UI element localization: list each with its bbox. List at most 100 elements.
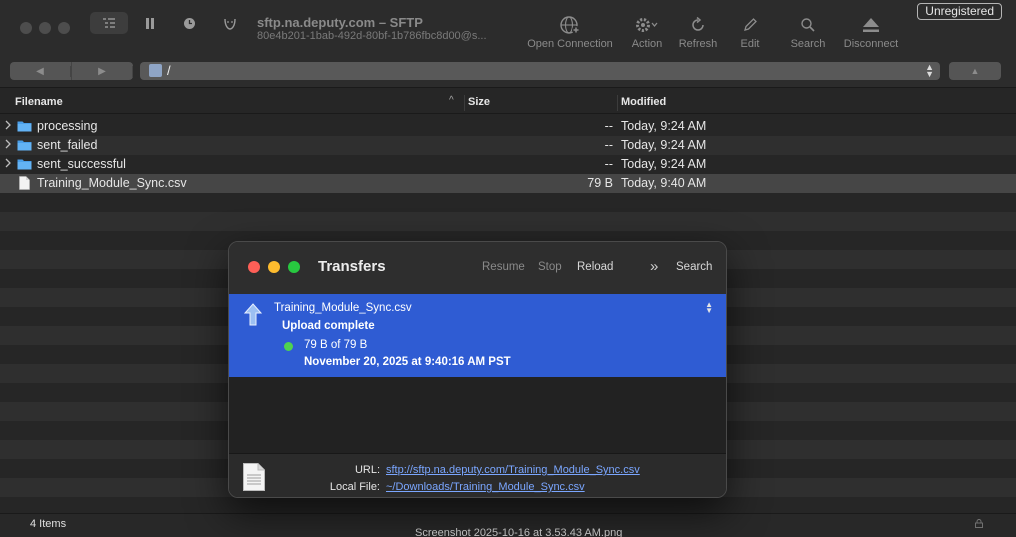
empty-row <box>0 212 1016 231</box>
file-size: 79 B <box>587 176 613 190</box>
gear-icon <box>636 18 658 32</box>
bookmark-icon <box>146 17 154 29</box>
edit-button[interactable]: Edit <box>732 14 768 50</box>
disclosure-triangle-icon[interactable] <box>5 158 11 168</box>
back-button[interactable]: ◀ <box>10 62 72 80</box>
file-name: sent_successful <box>37 157 126 171</box>
local-file-link[interactable]: ~/Downloads/Training_Module_Sync.csv <box>386 481 585 493</box>
parent-directory-button[interactable]: ▲ <box>949 62 1001 80</box>
transfer-filename: Training_Module_Sync.csv <box>274 302 412 314</box>
document-icon <box>19 176 30 190</box>
forward-button[interactable]: ▶ <box>72 62 133 80</box>
lock-icon <box>975 519 983 528</box>
transfers-list: Training_Module_Sync.csv Upload complete… <box>229 294 726 453</box>
disconnect-label: Disconnect <box>843 38 899 50</box>
url-label: URL: <box>354 464 380 476</box>
eject-icon <box>863 18 879 32</box>
open-connection-button[interactable]: Open Connection <box>524 14 616 50</box>
modified-column-header[interactable]: Modified <box>621 96 666 108</box>
chevron-updown-icon: ▲ ▼ <box>925 62 934 79</box>
close-window-button[interactable] <box>248 261 260 273</box>
background-filename: Screenshot 2025-10-16 at 3.53.43 AM.png <box>415 527 623 537</box>
reload-button[interactable]: Reload <box>577 261 613 273</box>
navigation-bar: ◀ ▶ / ▲ ▼ ▲ <box>0 56 1016 88</box>
file-size: -- <box>604 157 613 171</box>
bonjour-icon <box>224 18 236 30</box>
transfer-progress: 79 B of 79 B <box>304 339 368 351</box>
transfers-title: Transfers <box>318 258 386 275</box>
globe-plus-icon <box>560 16 580 34</box>
file-modified: Today, 9:24 AM <box>621 138 707 152</box>
clock-icon <box>183 17 195 29</box>
disclosure-triangle-icon[interactable] <box>5 120 11 130</box>
disclosure-triangle-icon[interactable] <box>5 139 11 149</box>
refresh-label: Refresh <box>678 38 718 50</box>
status-indicator-dot <box>284 342 293 351</box>
history-button[interactable] <box>178 12 200 34</box>
stop-button[interactable]: Stop <box>538 261 562 273</box>
file-modified: Today, 9:24 AM <box>621 119 707 133</box>
bonjour-button[interactable] <box>219 12 241 34</box>
file-name: sent_failed <box>37 138 98 152</box>
file-modified: Today, 9:40 AM <box>621 176 707 190</box>
open-connection-label: Open Connection <box>527 38 613 50</box>
transfer-date: November 20, 2025 at 9:40:16 AM PST <box>304 356 511 368</box>
pencil-icon <box>744 18 757 31</box>
transfer-details: URL: sftp://sftp.na.deputy.com/Training_… <box>229 453 726 497</box>
outline-list-icon <box>103 18 115 28</box>
resume-button[interactable]: Resume <box>482 261 525 273</box>
action-button[interactable]: Action <box>626 14 668 50</box>
chevron-updown-icon[interactable]: ▲ ▼ <box>705 301 713 315</box>
transfers-search-button[interactable]: Search <box>676 261 712 273</box>
unregistered-badge[interactable]: Unregistered <box>917 3 1002 20</box>
close-window-button[interactable] <box>20 22 32 34</box>
sort-ascending-icon: ^ <box>449 95 454 106</box>
upload-arrow-icon <box>243 303 263 326</box>
file-row[interactable]: sent_successful -- Today, 9:24 AM <box>0 155 1016 174</box>
transfer-item[interactable]: Training_Module_Sync.csv Upload complete… <box>229 294 726 377</box>
minimize-window-button[interactable] <box>39 22 51 34</box>
action-label: Action <box>631 38 663 50</box>
file-row[interactable]: processing -- Today, 9:24 AM <box>0 117 1016 136</box>
window-title: sftp.na.deputy.com – SFTP <box>257 15 423 30</box>
search-button[interactable]: Search <box>786 14 830 50</box>
minimize-window-button[interactable] <box>268 261 280 273</box>
folder-icon <box>17 121 32 132</box>
file-modified: Today, 9:24 AM <box>621 157 707 171</box>
file-name: processing <box>37 119 98 133</box>
search-icon <box>801 18 815 32</box>
file-row[interactable]: sent_failed -- Today, 9:24 AM <box>0 136 1016 155</box>
triangle-left-icon: ◀ <box>10 65 71 77</box>
column-divider[interactable] <box>617 95 618 111</box>
size-column-header[interactable]: Size <box>468 96 490 108</box>
folder-icon <box>17 140 32 151</box>
search-label: Search <box>790 38 826 50</box>
zoom-window-button[interactable] <box>288 261 300 273</box>
local-file-label: Local File: <box>329 481 380 493</box>
filename-column-header[interactable]: Filename <box>15 96 63 108</box>
file-list-header: Filename ^ Size Modified <box>0 92 1016 114</box>
file-row-selected[interactable]: Training_Module_Sync.csv 79 B Today, 9:4… <box>0 174 1016 193</box>
disconnect-button[interactable]: Disconnect <box>840 14 902 50</box>
triangle-right-icon: ▶ <box>72 65 133 77</box>
edit-label: Edit <box>740 38 760 50</box>
transfers-titlebar: Transfers Resume Stop Reload » Search <box>229 242 726 294</box>
path-popup[interactable]: / ▲ ▼ <box>140 62 940 80</box>
outline-view-button[interactable] <box>90 12 128 34</box>
server-disk-icon <box>149 64 162 77</box>
bookmarks-button[interactable] <box>139 12 161 34</box>
document-icon <box>243 463 265 491</box>
file-size: -- <box>604 138 613 152</box>
transfers-window: Transfers Resume Stop Reload » Search Tr… <box>228 241 727 498</box>
folder-icon <box>17 159 32 170</box>
window-titlebar: sftp.na.deputy.com – SFTP 80e4b201-1bab-… <box>0 0 1016 56</box>
triangle-up-icon: ▲ <box>970 66 980 76</box>
more-toolbar-items-icon[interactable]: » <box>650 258 658 275</box>
url-link[interactable]: sftp://sftp.na.deputy.com/Training_Modul… <box>386 464 640 476</box>
current-path: / <box>167 63 171 78</box>
refresh-button[interactable]: Refresh <box>676 14 720 50</box>
item-count: 4 Items <box>30 518 67 530</box>
history-navigation: ◀ ▶ <box>10 62 133 80</box>
zoom-window-button[interactable] <box>58 22 70 34</box>
column-divider[interactable] <box>464 95 465 111</box>
